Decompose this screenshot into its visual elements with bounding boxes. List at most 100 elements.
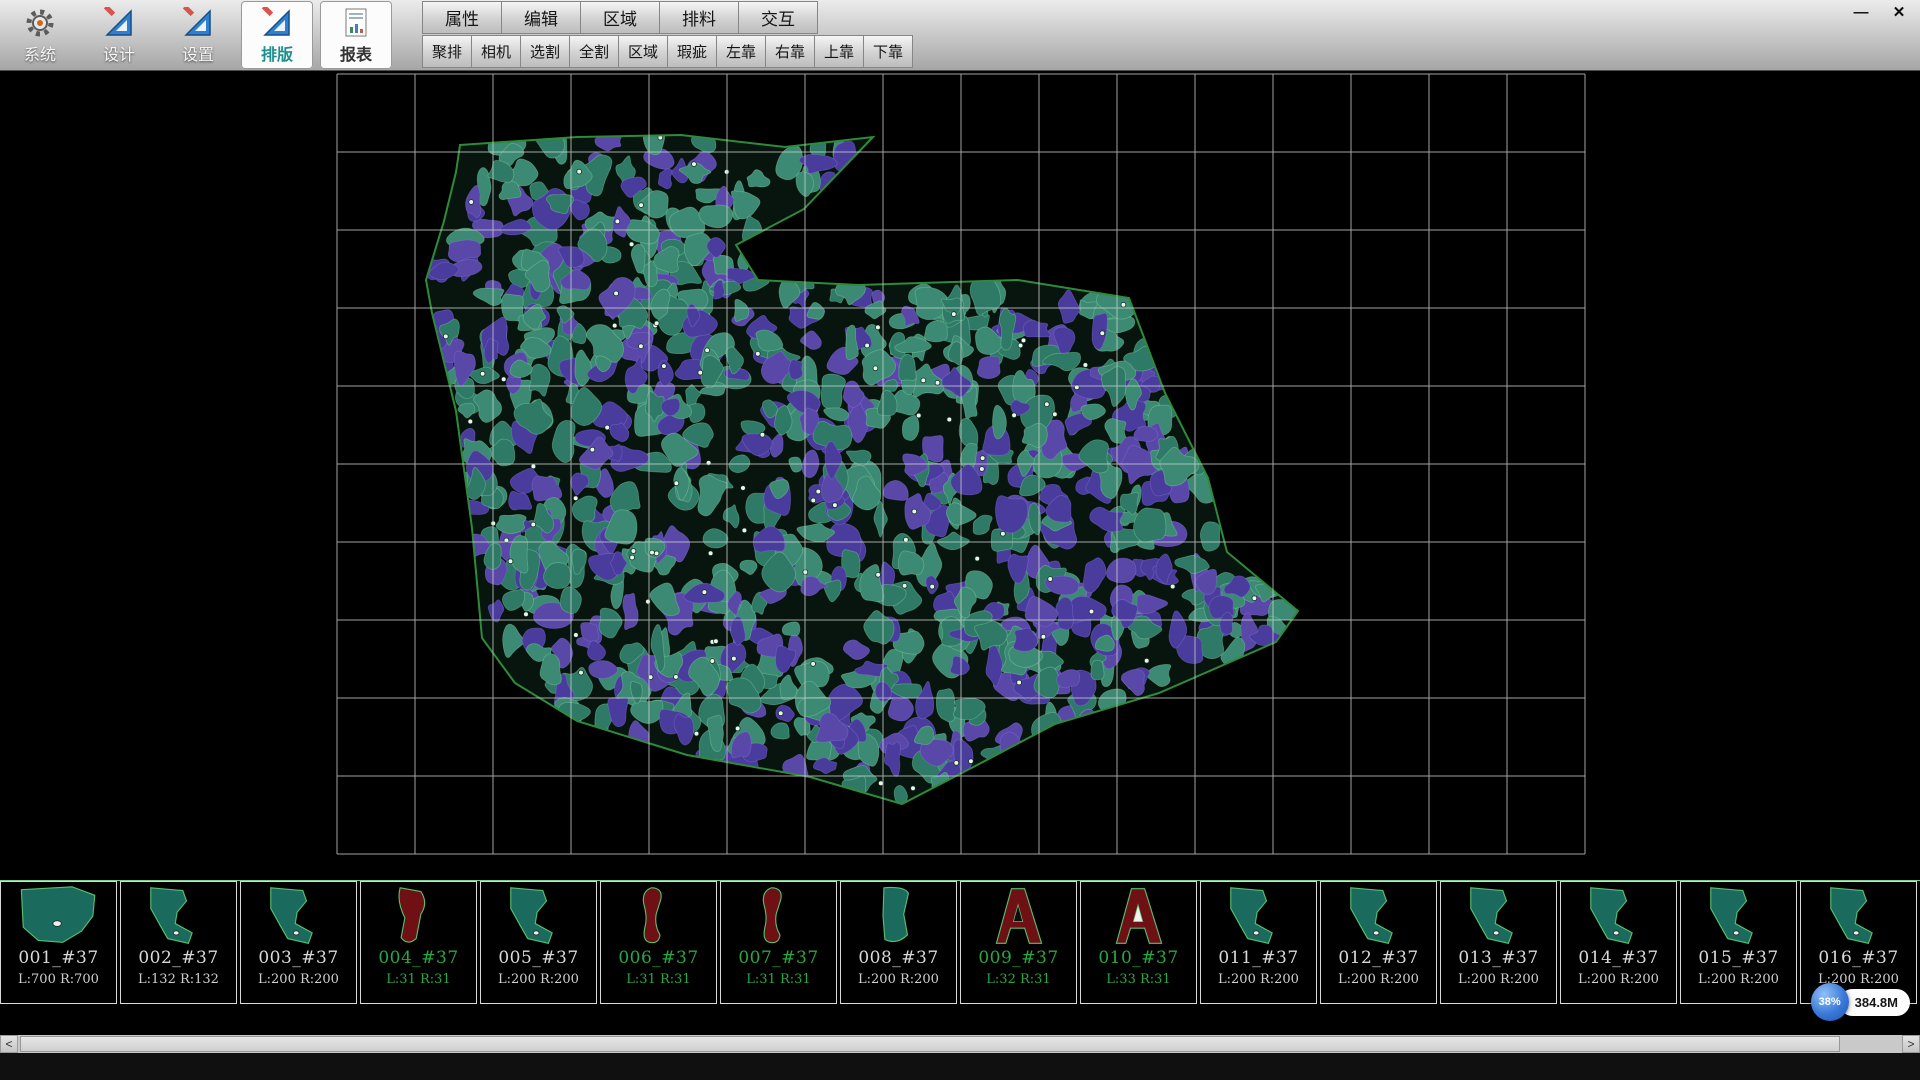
tool-button[interactable]: 选割 [520,35,570,68]
part-cell[interactable]: 001_#37L:700 R:700 [0,881,117,1004]
part-cell[interactable]: 003_#37 L:200 R:200 [240,881,357,1004]
tool-button[interactable]: 相机 [471,35,521,68]
part-lr-count: L:132 R:132 [138,972,219,987]
part-name: 005_#37 [498,949,578,967]
part-shape-thumbnail [1569,884,1669,948]
report-icon [340,7,372,39]
part-lr-count: L:200 R:200 [258,972,339,987]
tool-button[interactable]: 区域 [618,35,668,68]
bottom-filler [0,1053,1920,1080]
mode-tab-label: 排版 [261,41,293,65]
tool-button[interactable]: 左靠 [716,35,766,68]
ruler-icon [102,6,136,40]
part-lr-count: L:200 R:200 [1338,972,1419,987]
part-shape-thumbnail [1209,884,1309,948]
menu-item[interactable]: 排料 [659,1,739,34]
part-cell[interactable]: 009_#37 L:32 R:31 [960,881,1077,1004]
mode-tab-design[interactable]: 设计 [83,1,155,69]
part-cell[interactable]: 005_#37L:200 R:200 [480,881,597,1004]
part-shape-thumbnail [969,884,1069,948]
mode-tab-label: 报表 [340,41,372,65]
scroll-thumb[interactable] [20,1036,1840,1052]
part-name: 015_#37 [1698,949,1778,967]
window-controls: — ✕ [1848,3,1912,23]
mode-tab-label: 设计 [103,41,135,65]
gear-icon [24,7,56,39]
nesting-canvas-svg [0,70,1920,880]
mode-tabs: 系统 设计 设置 排版 报表 [4,0,392,70]
menu-item[interactable]: 交互 [738,1,818,34]
part-cell[interactable]: 011_#37 L:200 R:200 [1200,881,1317,1004]
scroll-right-arrow[interactable]: > [1902,1035,1920,1053]
part-shape-thumbnail [489,884,589,948]
part-lr-count: L:31 R:31 [626,972,690,987]
menu-item[interactable]: 属性 [422,1,502,34]
part-name: 009_#37 [978,949,1058,967]
menu-bar: 属性编辑区域排料交互 [422,1,912,34]
part-cell[interactable]: 002_#37 L:132 R:132 [120,881,237,1004]
ruler-icon [261,7,293,39]
part-lr-count: L:200 R:200 [858,972,939,987]
scroll-track[interactable] [18,1035,1902,1053]
part-cell[interactable]: 010_#37 L:33 R:31 [1080,881,1197,1004]
status-float: 38% 384.8M [1811,983,1910,1021]
part-cell[interactable]: 014_#37 L:200 R:200 [1560,881,1677,1004]
ruler-icon [182,7,214,39]
menu-item[interactable]: 区域 [580,1,660,34]
tool-button[interactable]: 右靠 [765,35,815,68]
part-shape-thumbnail [1089,884,1189,948]
part-cell[interactable]: 007_#37L:31 R:31 [720,881,837,1004]
mode-tab-layout[interactable]: 排版 [241,1,313,69]
close-button[interactable]: ✕ [1886,3,1912,23]
tool-button[interactable]: 下靠 [863,35,913,68]
part-shape-thumbnail [369,884,469,948]
part-cell[interactable]: 012_#37 L:200 R:200 [1320,881,1437,1004]
part-shape-thumbnail [609,884,709,948]
tool-button[interactable]: 上靠 [814,35,864,68]
scroll-left-arrow[interactable]: < [0,1035,18,1053]
part-name: 008_#37 [858,949,938,967]
minimize-button[interactable]: — [1848,3,1874,23]
part-cell[interactable]: 013_#37 L:200 R:200 [1440,881,1557,1004]
part-name: 007_#37 [738,949,818,967]
part-cell[interactable]: 004_#37L:31 R:31 [360,881,477,1004]
horizontal-scrollbar[interactable]: < > [0,1035,1920,1053]
ruler-icon [260,6,294,40]
part-lr-count: L:200 R:200 [1698,972,1779,987]
menus: 属性编辑区域排料交互 聚排相机选割全割区域瑕疵左靠右靠上靠下靠 [422,0,912,68]
tool-button[interactable]: 瑕疵 [667,35,717,68]
part-lr-count: L:200 R:200 [1578,972,1659,987]
part-name: 010_#37 [1098,949,1178,967]
ruler-icon [181,6,215,40]
part-shape-thumbnail [9,884,109,948]
nesting-canvas[interactable] [0,70,1920,880]
part-name: 014_#37 [1578,949,1658,967]
report-icon [339,6,373,40]
tool-button[interactable]: 聚排 [422,35,472,68]
part-cell[interactable]: 015_#37 L:200 R:200 [1680,881,1797,1004]
tool-button[interactable]: 全割 [569,35,619,68]
part-shape-thumbnail [129,884,229,948]
part-cell[interactable]: 008_#37 L:200 R:200 [840,881,957,1004]
part-lr-count: L:200 R:200 [1218,972,1299,987]
part-name: 016_#37 [1818,949,1898,967]
part-name: 002_#37 [138,949,218,967]
part-lr-count: L:32 R:31 [986,972,1050,987]
part-shape-thumbnail [1809,884,1909,948]
part-lr-count: L:33 R:31 [1106,972,1170,987]
mode-tab-system[interactable]: 系统 [4,1,76,69]
part-cell[interactable]: 006_#37L:31 R:31 [600,881,717,1004]
part-lr-count: L:200 R:200 [1458,972,1539,987]
mode-tab-label: 系统 [24,41,56,65]
part-name: 003_#37 [258,949,338,967]
mode-tab-label: 设置 [182,41,214,65]
menu-item[interactable]: 编辑 [501,1,581,34]
part-name: 012_#37 [1338,949,1418,967]
mode-tab-report[interactable]: 报表 [320,1,392,69]
gear-icon [23,6,57,40]
part-name: 013_#37 [1458,949,1538,967]
progress-badge: 38% [1811,983,1849,1021]
part-name: 011_#37 [1218,949,1298,967]
progress-value: 38% [1819,996,1841,1008]
mode-tab-settings[interactable]: 设置 [162,1,234,69]
